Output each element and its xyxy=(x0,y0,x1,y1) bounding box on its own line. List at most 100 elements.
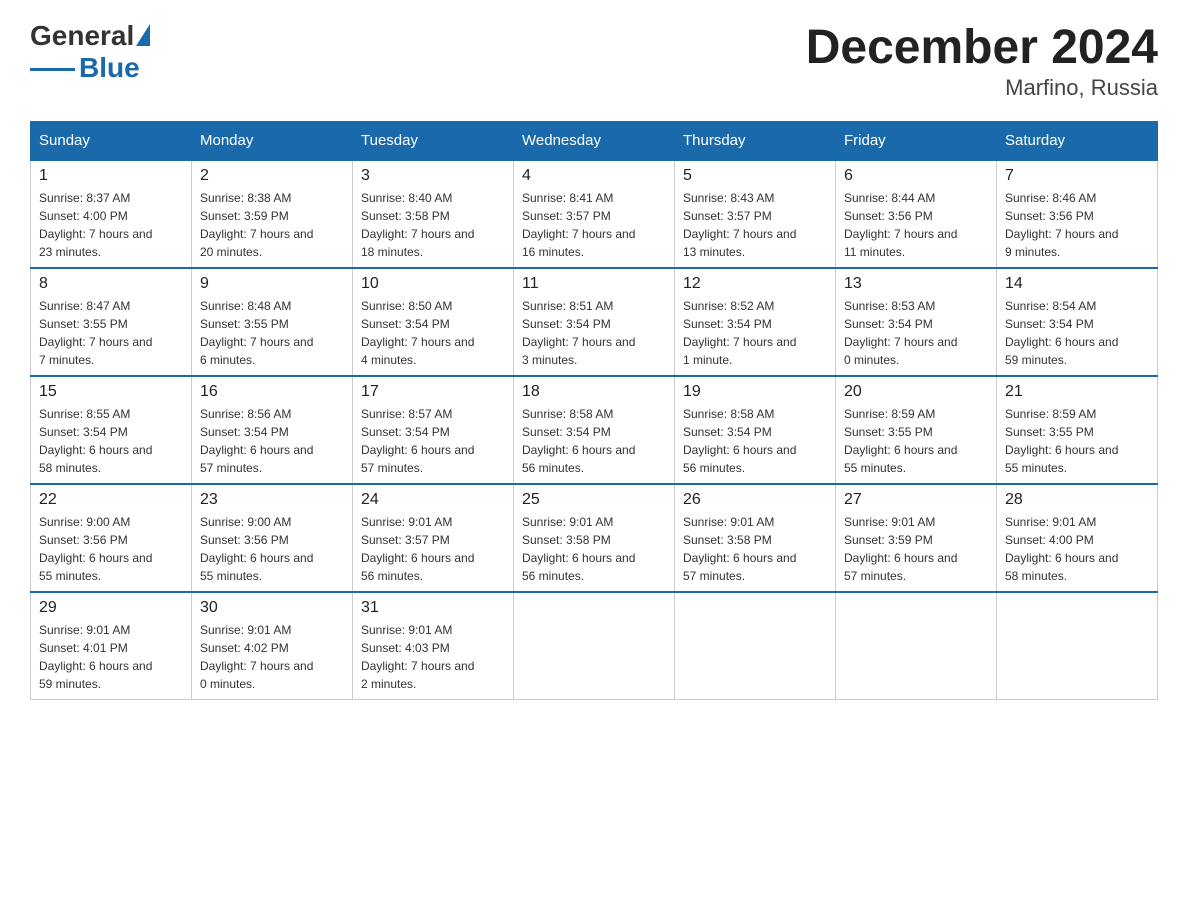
calendar-cell xyxy=(836,592,997,700)
page-header: General Blue December 2024 Marfino, Russ… xyxy=(30,20,1158,101)
day-number: 10 xyxy=(361,275,505,293)
day-info: Sunrise: 8:59 AM Sunset: 3:55 PM Dayligh… xyxy=(1005,405,1149,477)
day-number: 24 xyxy=(361,491,505,509)
day-number: 11 xyxy=(522,275,666,293)
day-number: 3 xyxy=(361,167,505,185)
calendar-cell: 5 Sunrise: 8:43 AM Sunset: 3:57 PM Dayli… xyxy=(675,160,836,268)
calendar-week-row: 1 Sunrise: 8:37 AM Sunset: 4:00 PM Dayli… xyxy=(31,160,1158,268)
calendar-cell xyxy=(675,592,836,700)
day-info: Sunrise: 8:46 AM Sunset: 3:56 PM Dayligh… xyxy=(1005,189,1149,261)
day-info: Sunrise: 8:40 AM Sunset: 3:58 PM Dayligh… xyxy=(361,189,505,261)
calendar-cell: 18 Sunrise: 8:58 AM Sunset: 3:54 PM Dayl… xyxy=(514,376,675,484)
calendar-table: SundayMondayTuesdayWednesdayThursdayFrid… xyxy=(30,121,1158,700)
column-header-sunday: Sunday xyxy=(31,122,192,161)
day-info: Sunrise: 8:47 AM Sunset: 3:55 PM Dayligh… xyxy=(39,297,183,369)
day-number: 16 xyxy=(200,383,344,401)
logo-line xyxy=(30,68,75,71)
calendar-week-row: 29 Sunrise: 9:01 AM Sunset: 4:01 PM Dayl… xyxy=(31,592,1158,700)
calendar-header-row: SundayMondayTuesdayWednesdayThursdayFrid… xyxy=(31,122,1158,161)
calendar-cell: 26 Sunrise: 9:01 AM Sunset: 3:58 PM Dayl… xyxy=(675,484,836,592)
column-header-wednesday: Wednesday xyxy=(514,122,675,161)
day-number: 22 xyxy=(39,491,183,509)
calendar-cell: 2 Sunrise: 8:38 AM Sunset: 3:59 PM Dayli… xyxy=(192,160,353,268)
day-number: 12 xyxy=(683,275,827,293)
calendar-cell: 10 Sunrise: 8:50 AM Sunset: 3:54 PM Dayl… xyxy=(353,268,514,376)
calendar-week-row: 8 Sunrise: 8:47 AM Sunset: 3:55 PM Dayli… xyxy=(31,268,1158,376)
day-info: Sunrise: 9:01 AM Sunset: 3:58 PM Dayligh… xyxy=(522,513,666,585)
calendar-cell: 24 Sunrise: 9:01 AM Sunset: 3:57 PM Dayl… xyxy=(353,484,514,592)
day-number: 13 xyxy=(844,275,988,293)
day-info: Sunrise: 8:41 AM Sunset: 3:57 PM Dayligh… xyxy=(522,189,666,261)
day-number: 17 xyxy=(361,383,505,401)
day-number: 29 xyxy=(39,599,183,617)
column-header-tuesday: Tuesday xyxy=(353,122,514,161)
calendar-cell: 30 Sunrise: 9:01 AM Sunset: 4:02 PM Dayl… xyxy=(192,592,353,700)
day-number: 23 xyxy=(200,491,344,509)
column-header-monday: Monday xyxy=(192,122,353,161)
calendar-cell: 8 Sunrise: 8:47 AM Sunset: 3:55 PM Dayli… xyxy=(31,268,192,376)
day-number: 21 xyxy=(1005,383,1149,401)
logo-triangle-icon xyxy=(136,24,150,46)
day-number: 27 xyxy=(844,491,988,509)
day-info: Sunrise: 8:52 AM Sunset: 3:54 PM Dayligh… xyxy=(683,297,827,369)
day-number: 7 xyxy=(1005,167,1149,185)
day-info: Sunrise: 8:57 AM Sunset: 3:54 PM Dayligh… xyxy=(361,405,505,477)
day-number: 9 xyxy=(200,275,344,293)
calendar-cell: 16 Sunrise: 8:56 AM Sunset: 3:54 PM Dayl… xyxy=(192,376,353,484)
day-info: Sunrise: 8:43 AM Sunset: 3:57 PM Dayligh… xyxy=(683,189,827,261)
calendar-cell: 31 Sunrise: 9:01 AM Sunset: 4:03 PM Dayl… xyxy=(353,592,514,700)
day-number: 2 xyxy=(200,167,344,185)
day-number: 31 xyxy=(361,599,505,617)
logo-general-text: General xyxy=(30,20,134,52)
column-header-saturday: Saturday xyxy=(997,122,1158,161)
day-number: 1 xyxy=(39,167,183,185)
calendar-cell: 3 Sunrise: 8:40 AM Sunset: 3:58 PM Dayli… xyxy=(353,160,514,268)
location: Marfino, Russia xyxy=(806,75,1158,101)
day-info: Sunrise: 9:01 AM Sunset: 3:59 PM Dayligh… xyxy=(844,513,988,585)
logo: General Blue xyxy=(30,20,150,84)
day-number: 28 xyxy=(1005,491,1149,509)
month-title: December 2024 xyxy=(806,20,1158,75)
calendar-cell: 23 Sunrise: 9:00 AM Sunset: 3:56 PM Dayl… xyxy=(192,484,353,592)
day-info: Sunrise: 9:01 AM Sunset: 4:00 PM Dayligh… xyxy=(1005,513,1149,585)
calendar-cell: 19 Sunrise: 8:58 AM Sunset: 3:54 PM Dayl… xyxy=(675,376,836,484)
calendar-cell: 21 Sunrise: 8:59 AM Sunset: 3:55 PM Dayl… xyxy=(997,376,1158,484)
calendar-cell: 6 Sunrise: 8:44 AM Sunset: 3:56 PM Dayli… xyxy=(836,160,997,268)
title-section: December 2024 Marfino, Russia xyxy=(806,20,1158,101)
day-info: Sunrise: 9:01 AM Sunset: 3:57 PM Dayligh… xyxy=(361,513,505,585)
day-info: Sunrise: 9:01 AM Sunset: 4:01 PM Dayligh… xyxy=(39,621,183,693)
calendar-week-row: 22 Sunrise: 9:00 AM Sunset: 3:56 PM Dayl… xyxy=(31,484,1158,592)
calendar-cell: 14 Sunrise: 8:54 AM Sunset: 3:54 PM Dayl… xyxy=(997,268,1158,376)
calendar-cell: 17 Sunrise: 8:57 AM Sunset: 3:54 PM Dayl… xyxy=(353,376,514,484)
calendar-cell: 1 Sunrise: 8:37 AM Sunset: 4:00 PM Dayli… xyxy=(31,160,192,268)
day-info: Sunrise: 8:56 AM Sunset: 3:54 PM Dayligh… xyxy=(200,405,344,477)
day-info: Sunrise: 9:00 AM Sunset: 3:56 PM Dayligh… xyxy=(39,513,183,585)
calendar-cell: 27 Sunrise: 9:01 AM Sunset: 3:59 PM Dayl… xyxy=(836,484,997,592)
day-number: 8 xyxy=(39,275,183,293)
day-info: Sunrise: 9:01 AM Sunset: 4:03 PM Dayligh… xyxy=(361,621,505,693)
day-number: 20 xyxy=(844,383,988,401)
calendar-cell: 25 Sunrise: 9:01 AM Sunset: 3:58 PM Dayl… xyxy=(514,484,675,592)
calendar-cell: 11 Sunrise: 8:51 AM Sunset: 3:54 PM Dayl… xyxy=(514,268,675,376)
day-number: 15 xyxy=(39,383,183,401)
day-info: Sunrise: 8:50 AM Sunset: 3:54 PM Dayligh… xyxy=(361,297,505,369)
day-number: 14 xyxy=(1005,275,1149,293)
calendar-week-row: 15 Sunrise: 8:55 AM Sunset: 3:54 PM Dayl… xyxy=(31,376,1158,484)
day-number: 6 xyxy=(844,167,988,185)
day-number: 25 xyxy=(522,491,666,509)
calendar-cell: 4 Sunrise: 8:41 AM Sunset: 3:57 PM Dayli… xyxy=(514,160,675,268)
calendar-cell: 9 Sunrise: 8:48 AM Sunset: 3:55 PM Dayli… xyxy=(192,268,353,376)
day-number: 4 xyxy=(522,167,666,185)
calendar-cell xyxy=(514,592,675,700)
column-header-thursday: Thursday xyxy=(675,122,836,161)
calendar-cell xyxy=(997,592,1158,700)
day-info: Sunrise: 8:44 AM Sunset: 3:56 PM Dayligh… xyxy=(844,189,988,261)
day-info: Sunrise: 9:01 AM Sunset: 3:58 PM Dayligh… xyxy=(683,513,827,585)
day-number: 30 xyxy=(200,599,344,617)
day-info: Sunrise: 9:00 AM Sunset: 3:56 PM Dayligh… xyxy=(200,513,344,585)
calendar-cell: 15 Sunrise: 8:55 AM Sunset: 3:54 PM Dayl… xyxy=(31,376,192,484)
day-info: Sunrise: 8:55 AM Sunset: 3:54 PM Dayligh… xyxy=(39,405,183,477)
calendar-cell: 20 Sunrise: 8:59 AM Sunset: 3:55 PM Dayl… xyxy=(836,376,997,484)
calendar-cell: 22 Sunrise: 9:00 AM Sunset: 3:56 PM Dayl… xyxy=(31,484,192,592)
calendar-cell: 29 Sunrise: 9:01 AM Sunset: 4:01 PM Dayl… xyxy=(31,592,192,700)
